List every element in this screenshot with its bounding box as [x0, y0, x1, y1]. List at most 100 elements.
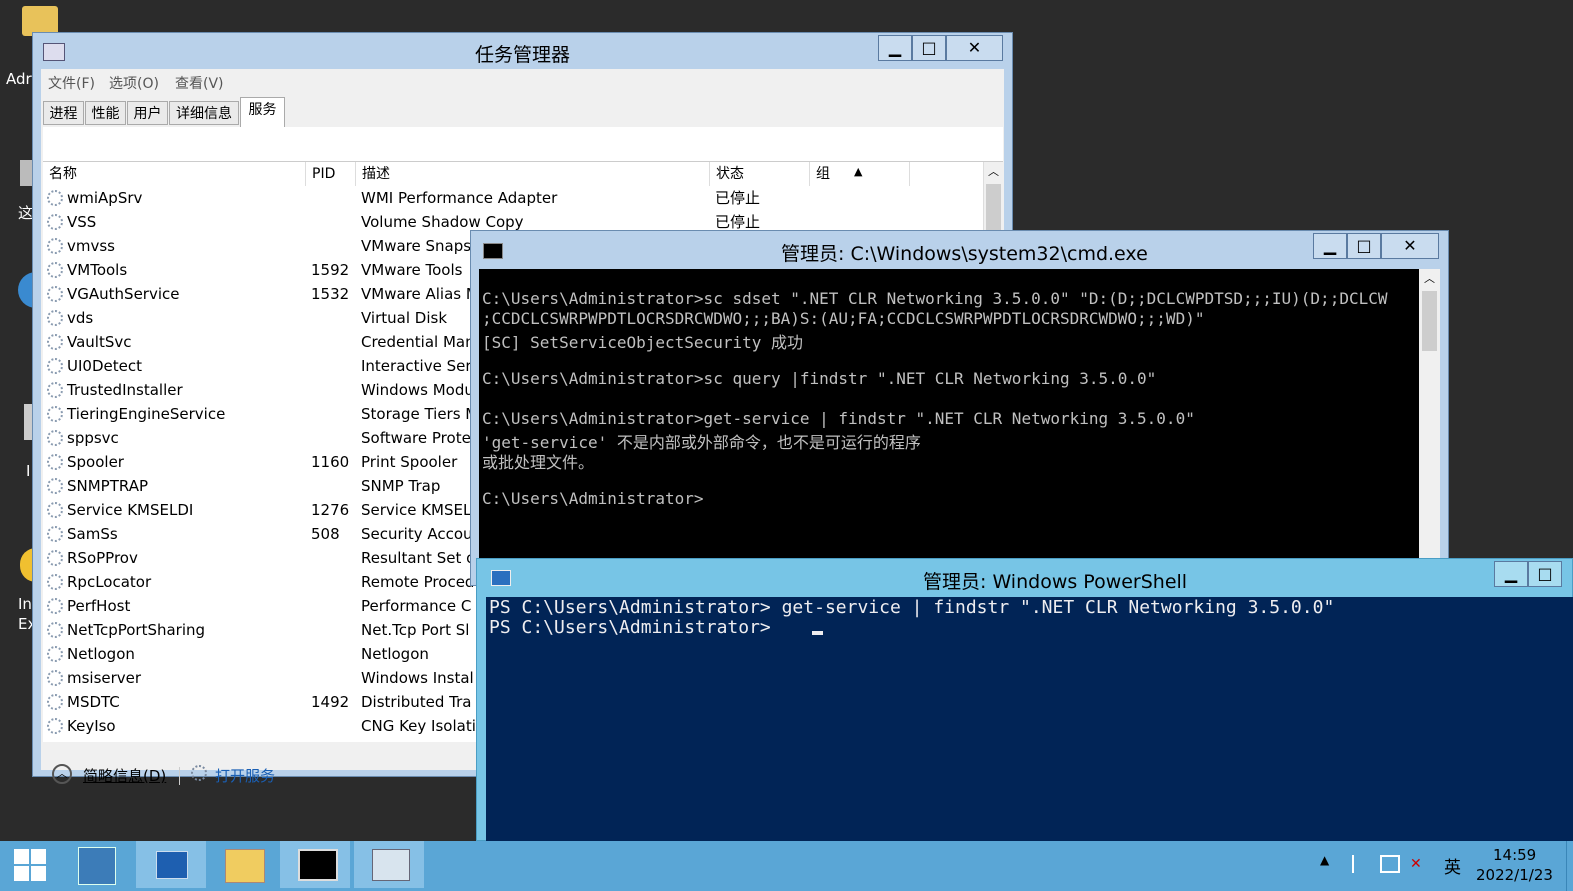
close-button[interactable]: ✕: [946, 35, 1003, 61]
column-header-name[interactable]: 名称: [43, 162, 306, 186]
close-button[interactable]: ✕: [1381, 233, 1439, 259]
menu-options[interactable]: 选项(O): [109, 73, 159, 93]
clock-date[interactable]: 2022/1/23: [1476, 866, 1553, 884]
console-line: 或批处理文件。: [482, 453, 595, 472]
start-button[interactable]: [0, 841, 60, 888]
menu-bar: 文件(F) 选项(O) 查看(V): [41, 69, 1004, 93]
network-icon[interactable]: [1380, 855, 1400, 873]
minimize-button[interactable]: ▁: [1313, 233, 1347, 259]
scroll-up-arrow[interactable]: ︿: [1419, 269, 1440, 289]
service-gear-icon: [47, 334, 63, 350]
service-name: Spooler: [67, 453, 124, 471]
service-description: Interactive Serv: [361, 357, 481, 375]
service-description: WMI Performance Adapter: [361, 189, 558, 207]
flag-icon[interactable]: [1352, 855, 1370, 873]
service-gear-icon: [47, 718, 63, 734]
service-pid: 1276: [311, 501, 350, 519]
service-gear-icon: [47, 262, 63, 278]
powershell-console[interactable]: PS C:\Users\Administrator> get-service |…: [486, 597, 1573, 842]
service-description: Security Accou: [361, 525, 473, 543]
scroll-up-arrow[interactable]: ︿: [984, 162, 1003, 182]
maximize-button[interactable]: □: [1528, 561, 1562, 587]
table-row[interactable]: wmiApSrv WMI Performance Adapter 已停止: [43, 186, 983, 210]
title-bar[interactable]: 任务管理器 ▁ □ ✕: [33, 33, 1012, 69]
service-name: NetTcpPortSharing: [67, 621, 206, 639]
service-description: Resultant Set o: [361, 549, 476, 567]
column-header-pid[interactable]: PID: [306, 162, 356, 186]
service-name: wmiApSrv: [67, 189, 143, 207]
window-title: 管理员: Windows PowerShell: [923, 571, 1188, 593]
column-header-status[interactable]: 状态: [710, 162, 810, 186]
service-name: Netlogon: [67, 645, 135, 663]
ime-indicator[interactable]: 英: [1444, 853, 1461, 878]
service-gear-icon: [47, 238, 63, 254]
menu-view[interactable]: 查看(V): [175, 73, 224, 93]
text-cursor: [812, 631, 823, 635]
service-gear-icon: [47, 694, 63, 710]
service-name: TieringEngineService: [67, 405, 226, 423]
task-manager-taskbar-button[interactable]: [354, 841, 424, 888]
tab-processes[interactable]: 进程: [43, 101, 84, 125]
service-description: Netlogon: [361, 645, 429, 663]
cmd-console[interactable]: C:\Users\Administrator>sc sdset ".NET CL…: [479, 269, 1419, 587]
open-services-link[interactable]: 打开服务: [215, 765, 275, 786]
service-description: Software Prote: [361, 429, 471, 447]
service-description: Virtual Disk: [361, 309, 448, 327]
vertical-scrollbar[interactable]: ︿: [1419, 269, 1440, 587]
server-manager-button[interactable]: [64, 841, 134, 888]
tab-details[interactable]: 详细信息: [169, 101, 239, 125]
maximize-button[interactable]: □: [1347, 233, 1381, 259]
service-gear-icon: [47, 478, 63, 494]
service-gear-icon: [47, 310, 63, 326]
task-manager-icon: [43, 43, 65, 61]
service-name: VGAuthService: [67, 285, 180, 303]
window-title: 任务管理器: [475, 44, 571, 66]
service-name: PerfHost: [67, 597, 131, 615]
folder-icon: [225, 849, 265, 883]
file-explorer-button[interactable]: [208, 841, 278, 888]
powershell-icon: [156, 851, 188, 879]
maximize-button[interactable]: □: [912, 35, 946, 61]
brief-info-link[interactable]: 简略信息(D): [83, 765, 166, 786]
task-manager-icon: [372, 849, 410, 881]
service-gear-icon: [47, 622, 63, 638]
service-name: vds: [67, 309, 94, 327]
clock-time[interactable]: 14:59: [1493, 846, 1536, 864]
show-desktop-button[interactable]: [1566, 841, 1573, 891]
cmd-icon: [483, 243, 503, 259]
service-name: RpcLocator: [67, 573, 152, 591]
cmd-window: 管理员: C:\Windows\system32\cmd.exe ▁ □ ✕ C…: [470, 230, 1449, 587]
service-name: SNMPTRAP: [67, 477, 149, 495]
menu-file[interactable]: 文件(F): [48, 73, 95, 93]
minimize-button[interactable]: ▁: [1494, 561, 1528, 587]
tab-performance[interactable]: 性能: [85, 101, 126, 125]
powershell-taskbar-button[interactable]: [136, 841, 206, 888]
tab-services[interactable]: 服务: [240, 97, 285, 127]
show-hidden-icons-arrow[interactable]: ▲: [1320, 853, 1329, 867]
windows-logo-icon: [14, 849, 46, 881]
service-name: VMTools: [67, 261, 128, 279]
scroll-thumb[interactable]: [1422, 291, 1437, 351]
service-name: KeyIso: [67, 717, 116, 735]
cmd-taskbar-button[interactable]: [280, 841, 350, 888]
server-manager-icon: [78, 847, 116, 885]
service-gear-icon: [47, 190, 63, 206]
service-description: CNG Key Isolati: [361, 717, 476, 735]
service-name: UI0Detect: [67, 357, 142, 375]
console-line: C:\Users\Administrator>sc sdset ".NET CL…: [482, 289, 1388, 308]
service-status: 已停止: [715, 189, 761, 207]
service-name: RSoPProv: [67, 549, 138, 567]
volume-muted-icon[interactable]: ✕: [1410, 855, 1428, 873]
service-gear-icon: [47, 646, 63, 662]
service-description: Print Spooler: [361, 453, 458, 471]
console-line: C:\Users\Administrator>: [482, 489, 704, 508]
collapse-up-icon[interactable]: ︿: [52, 764, 72, 784]
column-header-description[interactable]: 描述: [356, 162, 710, 186]
minimize-button[interactable]: ▁: [878, 35, 912, 61]
services-gear-icon: [191, 765, 207, 781]
service-description: Net.Tcp Port Sl: [361, 621, 470, 639]
service-name: Service KMSELDI: [67, 501, 194, 519]
service-name: VaultSvc: [67, 333, 132, 351]
tab-users[interactable]: 用户: [127, 101, 168, 125]
service-gear-icon: [47, 526, 63, 542]
